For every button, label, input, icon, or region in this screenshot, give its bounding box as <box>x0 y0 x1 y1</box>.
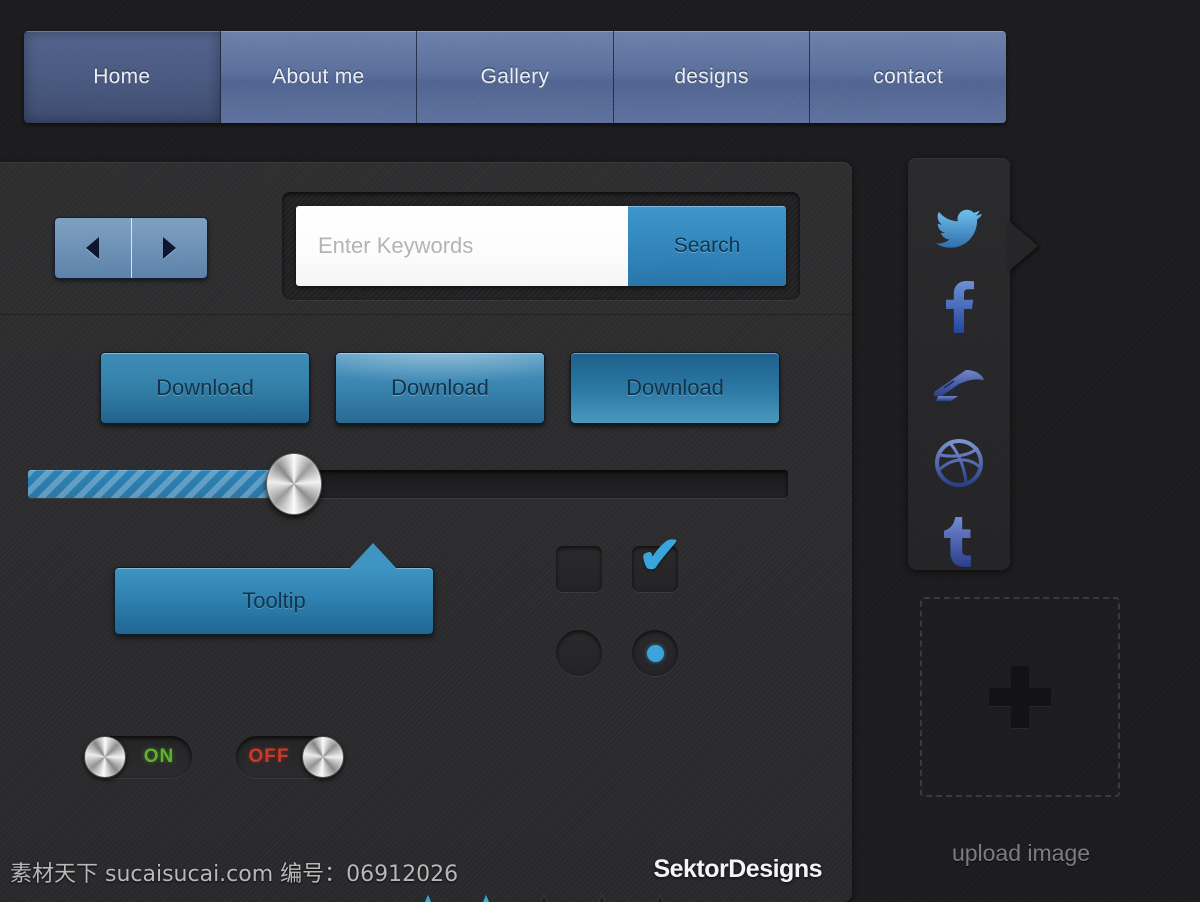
search-bar: Search <box>282 192 800 300</box>
tooltip-arrow-icon <box>349 543 397 569</box>
search-button[interactable]: Search <box>628 206 786 286</box>
radio-selected[interactable] <box>632 630 678 676</box>
page-root: Home About me Gallery designs contact En… <box>0 0 1200 902</box>
toggle-knob-icon <box>84 736 126 778</box>
watermark-text: 素材天下 sucaisucai.com 编号：06912026 <box>10 862 459 887</box>
download-button-1[interactable]: Download <box>100 352 310 424</box>
pager-arrows <box>54 217 208 279</box>
main-navigation: Home About me Gallery designs contact <box>24 31 1006 123</box>
upload-label: upload image <box>951 840 1091 866</box>
plus-icon <box>989 666 1051 728</box>
search-input[interactable] <box>296 206 628 286</box>
checkmark-icon: ✔ <box>638 527 682 585</box>
social-sidebar <box>908 158 1038 570</box>
slider-knob[interactable] <box>266 453 322 515</box>
prev-button[interactable] <box>55 218 132 278</box>
twitter-icon[interactable] <box>930 200 988 256</box>
nav-tab-about-me[interactable]: About me <box>220 31 418 123</box>
nav-tab-label: designs <box>674 65 749 88</box>
triangle-left-icon <box>86 237 100 259</box>
nav-tab-label: contact <box>873 65 944 88</box>
nav-tab-home[interactable]: Home <box>24 31 221 123</box>
download-button-2[interactable]: Download <box>335 352 545 424</box>
star-filled-icon[interactable] <box>463 892 509 902</box>
toggle-switch-off[interactable]: OFF <box>236 736 344 778</box>
nav-tab-label: Home <box>93 65 151 88</box>
brand-logo: SektorDesigns <box>653 855 822 883</box>
toggle-knob-icon <box>302 736 344 778</box>
ui-kit-panel: Search Download Download Download Toolti… <box>0 162 852 902</box>
panel-divider <box>0 314 852 315</box>
checkbox-checked[interactable]: ✔ <box>632 530 682 592</box>
toggle-label: ON <box>143 746 175 767</box>
nav-tab-gallery[interactable]: Gallery <box>417 31 614 123</box>
toggle-label: OFF <box>248 746 290 767</box>
star-empty-icon[interactable] <box>637 892 683 902</box>
tooltip-label: Tooltip <box>242 588 306 613</box>
next-button[interactable] <box>131 218 207 278</box>
nav-tab-label: Gallery <box>480 65 550 88</box>
triangle-right-icon <box>162 237 176 259</box>
dribbble-icon[interactable] <box>930 435 988 491</box>
tumblr-icon[interactable] <box>930 514 988 570</box>
checkbox-unchecked[interactable] <box>556 546 602 592</box>
tooltip-bubble: Tooltip <box>114 543 434 635</box>
upload-dropzone[interactable] <box>920 597 1120 797</box>
star-empty-icon[interactable] <box>579 892 625 902</box>
star-filled-icon[interactable] <box>405 892 451 902</box>
range-slider[interactable] <box>28 453 788 515</box>
facebook-icon[interactable] <box>930 278 988 334</box>
star-rating[interactable] <box>405 892 683 902</box>
nav-tab-designs[interactable]: designs <box>613 31 811 123</box>
star-empty-icon[interactable] <box>521 892 567 902</box>
slider-fill <box>28 470 294 498</box>
download-button-row: Download Download Download <box>100 352 780 424</box>
toggle-switch-on[interactable]: ON <box>84 736 192 778</box>
nav-tab-contact[interactable]: contact <box>810 31 1006 123</box>
social-sidebar-toggle[interactable] <box>1008 220 1038 272</box>
nav-tab-label: About me <box>272 65 365 88</box>
radio-dot-icon <box>646 644 664 662</box>
radio-unselected[interactable] <box>556 630 602 676</box>
download-button-3[interactable]: Download <box>570 352 780 424</box>
deviantart-icon[interactable] <box>930 357 988 413</box>
